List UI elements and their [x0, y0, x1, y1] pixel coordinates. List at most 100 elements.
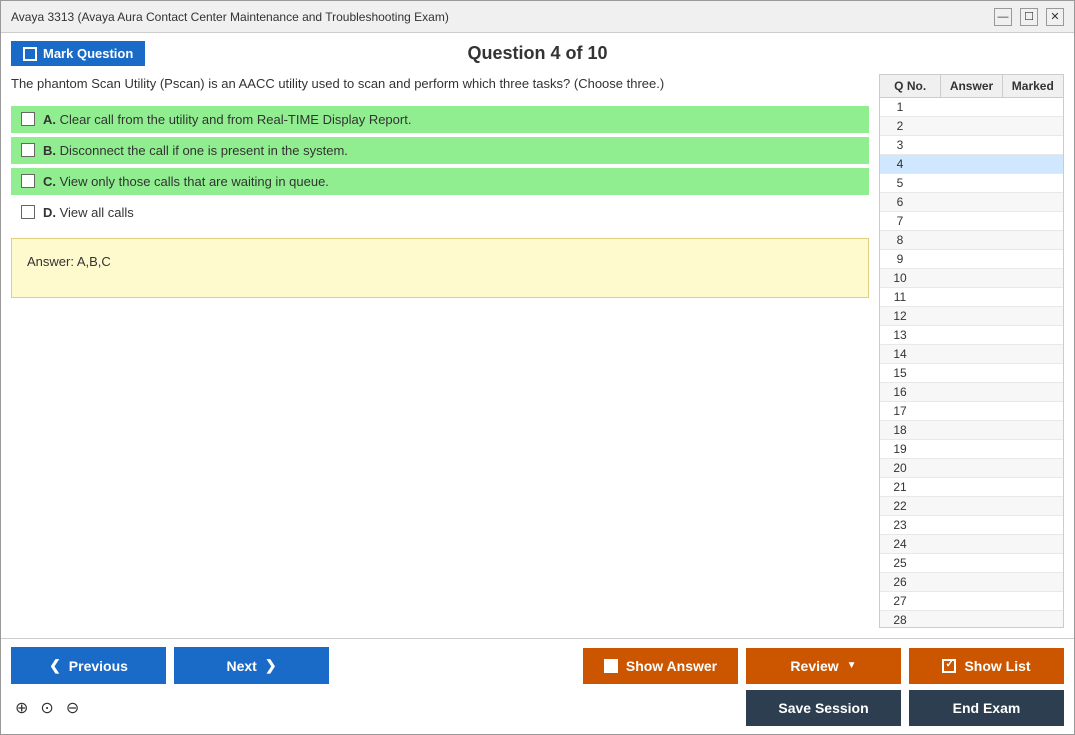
side-panel-header: Q No. Answer Marked: [880, 75, 1063, 98]
question-list-row[interactable]: 13: [880, 326, 1063, 345]
question-list-row[interactable]: 2: [880, 117, 1063, 136]
option-d[interactable]: D. View all calls: [11, 199, 869, 226]
question-list-row[interactable]: 21: [880, 478, 1063, 497]
minimize-button[interactable]: —: [994, 8, 1012, 26]
save-session-button[interactable]: Save Session: [746, 690, 901, 726]
option-a-checkbox[interactable]: [21, 112, 35, 126]
main-area: The phantom Scan Utility (Pscan) is an A…: [11, 74, 1064, 628]
title-bar: Avaya 3313 (Avaya Aura Contact Center Ma…: [1, 1, 1074, 33]
previous-button[interactable]: Previous: [11, 647, 166, 684]
next-label: Next: [226, 658, 256, 674]
q-row-number: 10: [880, 271, 920, 285]
question-list-row[interactable]: 20: [880, 459, 1063, 478]
question-list-row[interactable]: 18: [880, 421, 1063, 440]
q-row-number: 17: [880, 404, 920, 418]
option-a-text: A. Clear call from the utility and from …: [43, 112, 411, 127]
mark-question-button[interactable]: Mark Question: [11, 41, 145, 66]
question-list-row[interactable]: 16: [880, 383, 1063, 402]
close-button[interactable]: ✕: [1046, 8, 1064, 26]
q-row-number: 4: [880, 157, 920, 171]
q-row-number: 23: [880, 518, 920, 532]
header-marked: Marked: [1003, 75, 1063, 97]
show-list-button[interactable]: Show List: [909, 648, 1064, 684]
question-list-row[interactable]: 24: [880, 535, 1063, 554]
q-row-number: 15: [880, 366, 920, 380]
question-list-row[interactable]: 23: [880, 516, 1063, 535]
q-row-number: 3: [880, 138, 920, 152]
header-qno: Q No.: [880, 75, 941, 97]
review-dropdown-icon: ▼: [847, 660, 857, 671]
zoom-in-button[interactable]: ⊕: [11, 696, 32, 720]
option-c-checkbox[interactable]: [21, 174, 35, 188]
question-list-row[interactable]: 4: [880, 155, 1063, 174]
q-row-number: 26: [880, 575, 920, 589]
question-list-row[interactable]: 25: [880, 554, 1063, 573]
question-list-row[interactable]: 12: [880, 307, 1063, 326]
q-row-number: 6: [880, 195, 920, 209]
option-b[interactable]: B. Disconnect the call if one is present…: [11, 137, 869, 164]
window-title: Avaya 3313 (Avaya Aura Contact Center Ma…: [11, 10, 449, 24]
answer-options: A. Clear call from the utility and from …: [11, 106, 869, 226]
mark-question-label: Mark Question: [43, 46, 133, 61]
q-row-number: 21: [880, 480, 920, 494]
question-list-row[interactable]: 17: [880, 402, 1063, 421]
question-list-row[interactable]: 3: [880, 136, 1063, 155]
question-list-row[interactable]: 9: [880, 250, 1063, 269]
zoom-normal-button[interactable]: ⊙: [36, 696, 57, 720]
option-a[interactable]: A. Clear call from the utility and from …: [11, 106, 869, 133]
save-session-label: Save Session: [778, 700, 868, 716]
q-row-number: 20: [880, 461, 920, 475]
question-list-row[interactable]: 8: [880, 231, 1063, 250]
question-list-row[interactable]: 7: [880, 212, 1063, 231]
question-list-row[interactable]: 14: [880, 345, 1063, 364]
question-list-row[interactable]: 19: [880, 440, 1063, 459]
question-list-row[interactable]: 22: [880, 497, 1063, 516]
next-button[interactable]: Next: [174, 647, 329, 684]
q-row-number: 13: [880, 328, 920, 342]
review-button[interactable]: Review ▼: [746, 648, 901, 684]
option-b-checkbox[interactable]: [21, 143, 35, 157]
show-list-checkbox-icon: [942, 659, 956, 673]
option-b-text: B. Disconnect the call if one is present…: [43, 143, 348, 158]
q-row-number: 22: [880, 499, 920, 513]
side-panel-body[interactable]: 1 2 3 4 5 6 7 8: [880, 98, 1063, 627]
secondary-button-row: ⊕ ⊙ ⊖ Save Session End Exam: [11, 690, 1064, 726]
q-row-number: 28: [880, 613, 920, 627]
maximize-button[interactable]: ☐: [1020, 8, 1038, 26]
question-list-row[interactable]: 15: [880, 364, 1063, 383]
question-list-row[interactable]: 27: [880, 592, 1063, 611]
q-row-number: 24: [880, 537, 920, 551]
q-row-number: 25: [880, 556, 920, 570]
main-button-row: Previous Next Show Answer Review ▼ Show …: [11, 647, 1064, 684]
question-list-row[interactable]: 1: [880, 98, 1063, 117]
q-row-number: 7: [880, 214, 920, 228]
question-list-row[interactable]: 6: [880, 193, 1063, 212]
q-row-number: 2: [880, 119, 920, 133]
option-c-text: C. View only those calls that are waitin…: [43, 174, 329, 189]
q-row-number: 12: [880, 309, 920, 323]
end-exam-button[interactable]: End Exam: [909, 690, 1064, 726]
q-row-number: 19: [880, 442, 920, 456]
question-list-row[interactable]: 26: [880, 573, 1063, 592]
zoom-controls: ⊕ ⊙ ⊖: [11, 696, 83, 720]
end-exam-label: End Exam: [953, 700, 1021, 716]
option-c[interactable]: C. View only those calls that are waitin…: [11, 168, 869, 195]
next-chevron-icon: [265, 657, 277, 674]
option-d-text: D. View all calls: [43, 205, 134, 220]
q-row-number: 14: [880, 347, 920, 361]
q-row-number: 8: [880, 233, 920, 247]
question-list-row[interactable]: 5: [880, 174, 1063, 193]
question-list-row[interactable]: 11: [880, 288, 1063, 307]
show-answer-button[interactable]: Show Answer: [583, 648, 738, 684]
show-answer-label: Show Answer: [626, 658, 717, 674]
q-row-number: 9: [880, 252, 920, 266]
app-window: Avaya 3313 (Avaya Aura Contact Center Ma…: [0, 0, 1075, 735]
question-list-row[interactable]: 28: [880, 611, 1063, 627]
zoom-out-button[interactable]: ⊖: [62, 696, 83, 720]
answer-text: Answer: A,B,C: [27, 254, 111, 269]
q-row-number: 27: [880, 594, 920, 608]
option-d-checkbox[interactable]: [21, 205, 35, 219]
bottom-toolbar: Previous Next Show Answer Review ▼ Show …: [1, 638, 1074, 734]
mark-checkbox-icon: [23, 47, 37, 61]
question-list-row[interactable]: 10: [880, 269, 1063, 288]
